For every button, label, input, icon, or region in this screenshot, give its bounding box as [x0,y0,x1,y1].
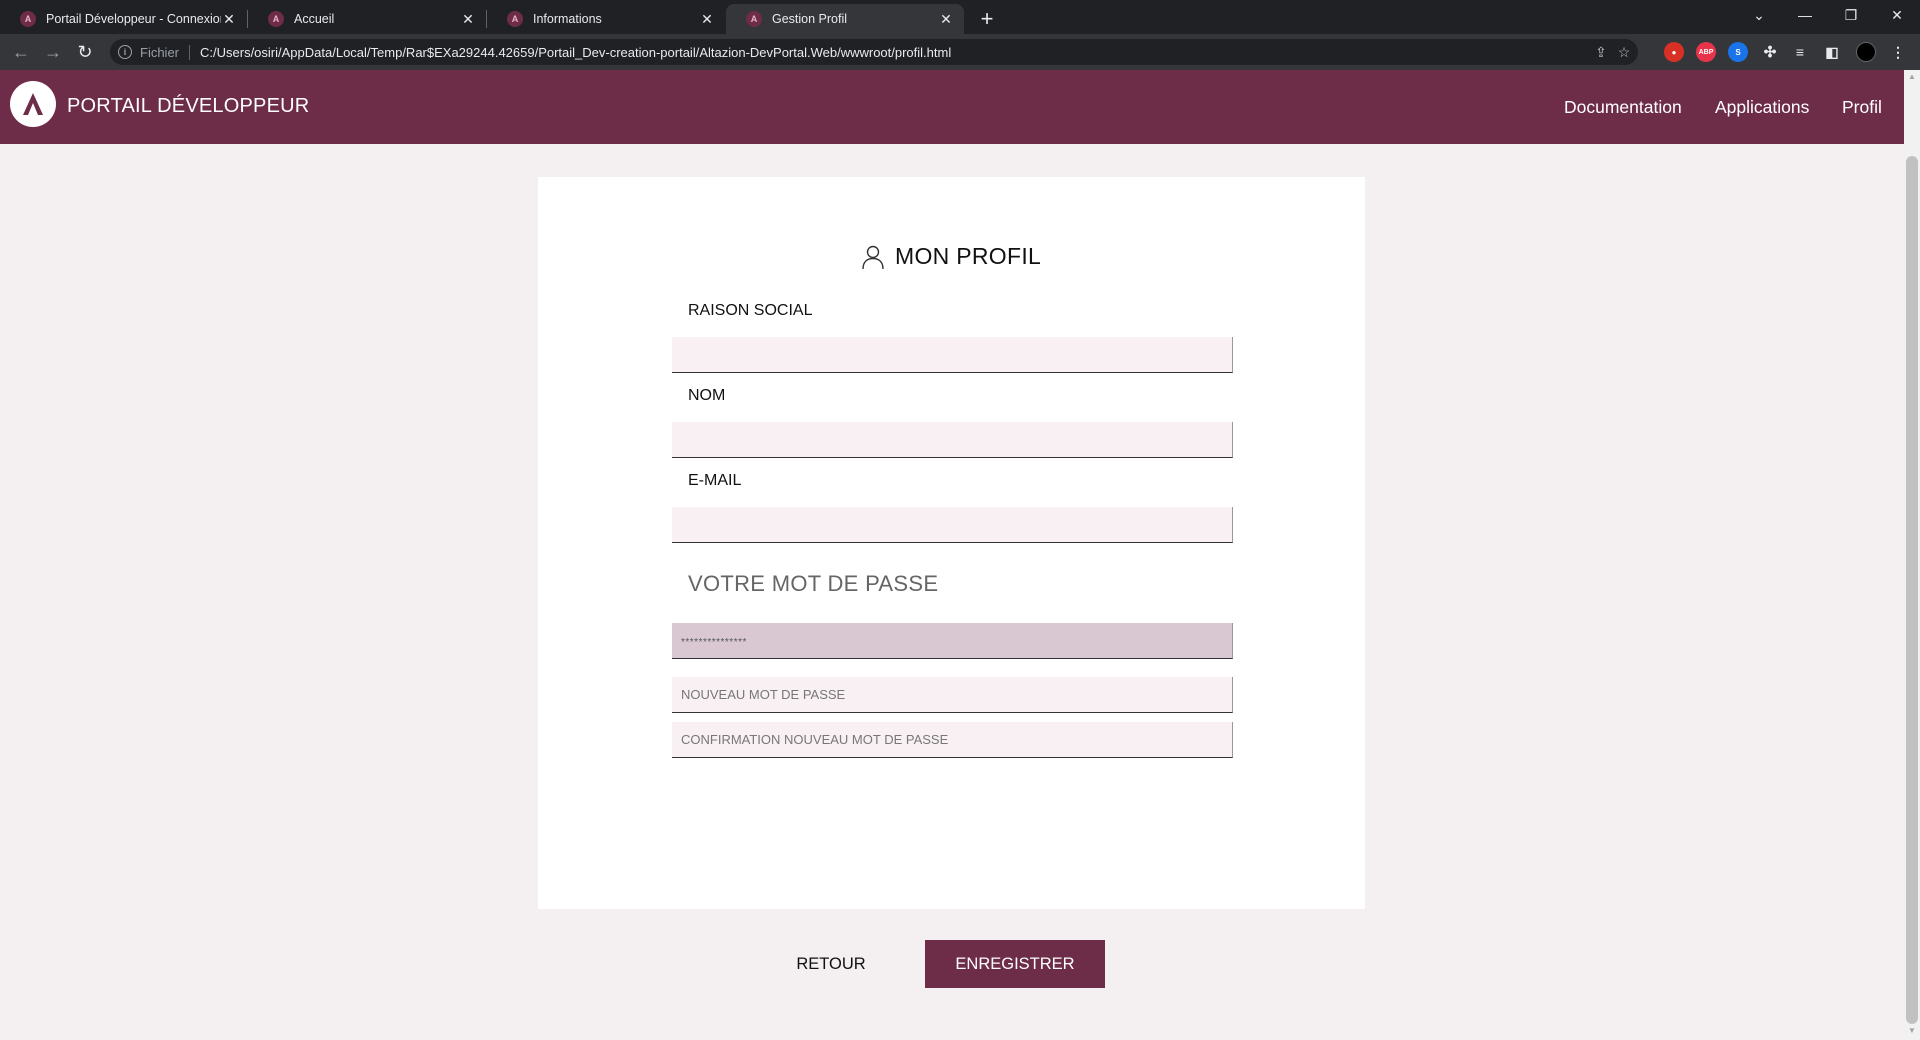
nav-applications[interactable]: Applications [1715,97,1809,118]
new-password-input[interactable] [672,677,1233,713]
address-scheme: Fichier [140,44,191,60]
tab-gestion-profil[interactable]: A Gestion Profil ✕ [726,4,964,34]
user-icon [862,245,884,269]
email-label: E-MAIL [688,472,742,489]
back-icon[interactable]: ← [7,38,35,66]
tab-informations[interactable]: A Informations ✕ [487,4,725,34]
forward-icon[interactable]: → [39,38,67,66]
password-section-title: VOTRE MOT DE PASSE [688,571,939,596]
browser-toolbar: ← → ↻ i Fichier C:/Users/osiri/AppData/L… [0,34,1920,70]
puzzle-icon[interactable]: ✣ [1760,42,1780,62]
nav-profil[interactable]: Profil [1842,97,1882,118]
adblock-icon[interactable]: ABP [1696,42,1716,62]
confirm-password-input[interactable] [672,722,1233,758]
site-brand[interactable]: PORTAIL DÉVELOPPEUR [67,95,309,118]
minimize-button[interactable]: — [1782,0,1828,30]
kebab-menu-icon[interactable]: ⋮ [1888,42,1908,62]
angular-favicon-icon: A [268,11,284,27]
profile-icon[interactable] [1856,42,1876,62]
email-input[interactable] [672,507,1233,543]
close-icon[interactable]: ✕ [938,11,954,27]
acrobat-icon[interactable]: ● [1664,42,1684,62]
raison-social-input[interactable] [672,337,1233,373]
angular-favicon-icon: A [746,11,762,27]
shazam-icon[interactable]: S [1728,42,1748,62]
tab-title: Portail Développeur - Connexion [46,12,221,26]
reload-icon[interactable]: ↻ [71,38,99,66]
tab-search-icon[interactable]: ⌄ [1736,0,1782,30]
restore-button[interactable]: ❐ [1828,0,1874,30]
nom-label: NOM [688,387,726,404]
share-icon[interactable]: ⇪ [1590,41,1612,63]
tab-title: Informations [533,12,602,26]
close-icon[interactable]: ✕ [221,11,237,27]
address-url[interactable]: C:/Users/osiri/AppData/Local/Temp/Rar$EX… [200,45,951,60]
nom-input[interactable] [672,422,1233,458]
scroll-down-icon[interactable]: ▼ [1906,1026,1918,1038]
close-icon[interactable]: ✕ [699,11,715,27]
browser-tab-strip: A Portail Développeur - Connexion ✕ A Ac… [0,0,1920,34]
save-button[interactable]: ENREGISTRER [925,940,1105,988]
page-title: MON PROFIL [861,243,1041,270]
new-tab-button[interactable]: + [973,5,1001,33]
back-button[interactable]: RETOUR [776,940,886,988]
nav-documentation[interactable]: Documentation [1564,97,1682,118]
reading-list-icon[interactable]: ≡ [1790,42,1810,62]
close-window-button[interactable]: ✕ [1874,0,1920,30]
side-panel-icon[interactable]: ◧ [1822,42,1842,62]
scrollbar-thumb[interactable] [1906,156,1918,1024]
tab-connexion[interactable]: A Portail Développeur - Connexion ✕ [0,4,247,34]
address-bar[interactable]: i Fichier C:/Users/osiri/AppData/Local/T… [110,39,1638,65]
bookmark-star-icon[interactable]: ☆ [1613,41,1635,63]
close-icon[interactable]: ✕ [460,11,476,27]
tab-title: Gestion Profil [772,12,848,26]
site-header: PORTAIL DÉVELOPPEUR Documentation Applic… [0,70,1904,144]
info-icon[interactable]: i [118,45,132,59]
logo-icon[interactable] [10,81,56,127]
tab-accueil[interactable]: A Accueil ✕ [248,4,486,34]
raison-social-label: RAISON SOCIAL [688,302,813,319]
profile-card [538,177,1365,909]
current-password-input[interactable] [672,623,1233,659]
angular-favicon-icon: A [507,11,523,27]
tab-title: Accueil [294,12,335,26]
angular-favicon-icon: A [20,11,36,27]
scroll-up-icon[interactable]: ▲ [1906,72,1918,84]
page-title-text: MON PROFIL [895,243,1042,269]
